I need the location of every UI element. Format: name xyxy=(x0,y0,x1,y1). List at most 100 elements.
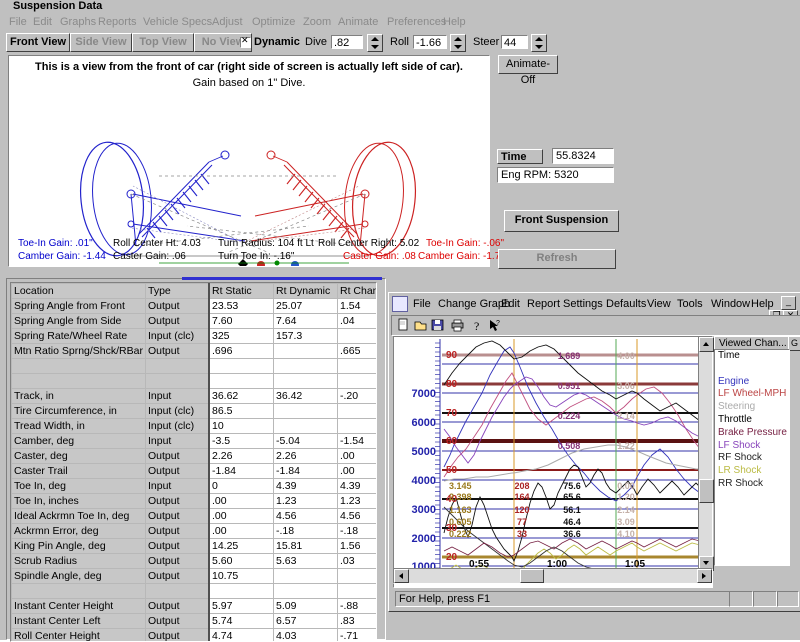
table-cell[interactable] xyxy=(338,329,378,344)
gmenu-edit[interactable]: Edit xyxy=(501,297,520,311)
menu-optimize[interactable]: Optimize xyxy=(247,15,300,30)
table-row[interactable]: Spring Angle from SideOutput7.607.64.04 xyxy=(12,314,378,329)
table-cell[interactable]: Camber, deg xyxy=(12,434,146,449)
table-cell[interactable]: Input (clc) xyxy=(146,419,210,434)
menu-zoom[interactable]: Zoom xyxy=(298,15,336,30)
table-cell[interactable]: Ackrmn Error, deg xyxy=(12,524,146,539)
table-cell[interactable]: 5.97 xyxy=(209,599,274,614)
table-cell[interactable]: 5.63 xyxy=(274,554,338,569)
channel-list-item[interactable]: Throttle xyxy=(715,414,789,427)
table-row[interactable]: Tread Width, inInput (clc)10 xyxy=(12,419,378,434)
table-cell[interactable]: 4.56 xyxy=(338,509,378,524)
open-icon[interactable] xyxy=(413,318,428,333)
table-cell[interactable]: Toe In, inches xyxy=(12,494,146,509)
gmenu-tools[interactable]: Tools xyxy=(677,297,703,311)
table-cell[interactable]: 36.62 xyxy=(209,389,274,404)
table-row[interactable]: Track, inInput36.6236.42-.20 xyxy=(12,389,378,404)
table-cell[interactable]: 4.39 xyxy=(274,479,338,494)
table-cell[interactable]: Output xyxy=(146,299,210,314)
gmenu-settings[interactable]: Settings xyxy=(563,297,603,311)
table-cell[interactable]: 325 xyxy=(209,329,274,344)
table-cell[interactable]: 5.60 xyxy=(209,554,274,569)
table-cell[interactable] xyxy=(146,584,210,599)
suspension-data-table[interactable]: LocationTypeRt StaticRt DynamicRt Change… xyxy=(10,282,377,642)
table-cell[interactable] xyxy=(274,374,338,389)
table-cell[interactable]: Output xyxy=(146,509,210,524)
table-row[interactable]: Spring Rate/Wheel RateInput (clc)325157.… xyxy=(12,329,378,344)
table-cell[interactable]: Mtn Ratio Sprng/Shck/RBar xyxy=(12,344,146,359)
table-cell[interactable] xyxy=(338,419,378,434)
help-pointer-icon[interactable]: ? xyxy=(487,318,502,333)
table-cell[interactable] xyxy=(338,569,378,584)
table-cell[interactable]: Spring Angle from Side xyxy=(12,314,146,329)
table-cell[interactable]: Output xyxy=(146,344,210,359)
table-cell[interactable]: 5.74 xyxy=(209,614,274,629)
print-icon[interactable] xyxy=(450,318,465,333)
table-cell[interactable]: -.18 xyxy=(338,524,378,539)
table-cell[interactable]: 7.60 xyxy=(209,314,274,329)
plot-horizontal-scrollbar[interactable] xyxy=(393,568,713,584)
table-cell[interactable]: 157.3 xyxy=(274,329,338,344)
roll-input[interactable]: -1.66 xyxy=(413,35,447,49)
graph-plot-area[interactable]: 1000200030004000500060007000 10203040506… xyxy=(393,336,713,588)
table-cell[interactable]: .00 xyxy=(338,449,378,464)
table-cell[interactable]: Input xyxy=(146,434,210,449)
table-cell[interactable]: 36.42 xyxy=(274,389,338,404)
table-cell[interactable]: 15.81 xyxy=(274,539,338,554)
graph-window[interactable]: File Change Graph Edit Report Settings D… xyxy=(388,292,800,612)
table-cell[interactable]: Instant Center Height xyxy=(12,599,146,614)
table-cell[interactable] xyxy=(274,569,338,584)
table-cell[interactable] xyxy=(274,584,338,599)
table-cell[interactable]: .00 xyxy=(209,494,274,509)
table-cell[interactable]: Output xyxy=(146,554,210,569)
table-cell[interactable]: .00 xyxy=(209,509,274,524)
table-cell[interactable]: Spring Rate/Wheel Rate xyxy=(12,329,146,344)
table-cell[interactable] xyxy=(338,584,378,599)
table-cell[interactable]: Output xyxy=(146,314,210,329)
table-row[interactable] xyxy=(12,584,378,599)
table-cell[interactable]: 7.64 xyxy=(274,314,338,329)
table-cell[interactable]: Track, in xyxy=(12,389,146,404)
table-cell[interactable]: Spring Angle from Front xyxy=(12,299,146,314)
channel-list-item[interactable]: RR Shock xyxy=(715,478,789,491)
table-cell[interactable]: 1.56 xyxy=(338,539,378,554)
table-cell[interactable]: Tread Width, in xyxy=(12,419,146,434)
new-icon[interactable] xyxy=(396,318,411,333)
table-cell[interactable]: 2.26 xyxy=(209,449,274,464)
table-cell[interactable]: Input (clc) xyxy=(146,404,210,419)
menu-help[interactable]: Help xyxy=(438,15,471,30)
table-cell[interactable]: Caster, deg xyxy=(12,449,146,464)
table-row[interactable]: King Pin Angle, degOutput14.2515.811.56 xyxy=(12,539,378,554)
table-cell[interactable]: .00 xyxy=(338,464,378,479)
time-value[interactable]: 55.8324 xyxy=(552,148,614,164)
channel-list-item[interactable]: LF Wheel-MPH xyxy=(715,388,789,401)
gmenu-window[interactable]: Window xyxy=(711,297,750,311)
table-cell[interactable]: 5.09 xyxy=(274,599,338,614)
table-row[interactable]: Toe In, degInput04.394.39 xyxy=(12,479,378,494)
gmenu-change-graph[interactable]: Change Graph xyxy=(438,297,510,311)
table-cell[interactable]: Output xyxy=(146,524,210,539)
table-cell[interactable] xyxy=(146,359,210,374)
scroll-thumb-horizontal[interactable] xyxy=(520,569,544,583)
dive-spinner[interactable] xyxy=(367,34,383,52)
refresh-button[interactable]: Refresh xyxy=(498,249,616,269)
table-cell[interactable]: Instant Center Left xyxy=(12,614,146,629)
front-view-canvas[interactable]: This is a view from the front of car (ri… xyxy=(8,55,490,267)
table-cell[interactable] xyxy=(274,419,338,434)
table-row[interactable]: Camber, degInput-3.5-5.04-1.54 xyxy=(12,434,378,449)
channel-list-item[interactable]: LF Shock xyxy=(715,440,789,453)
table-cell[interactable]: Ideal Ackrmn Toe In, deg xyxy=(12,509,146,524)
table-cell[interactable] xyxy=(209,584,274,599)
roll-spinner[interactable] xyxy=(450,34,466,52)
table-row[interactable]: Ackrmn Error, degOutput.00-.18-.18 xyxy=(12,524,378,539)
channel-list-item[interactable]: Brake Pressure xyxy=(715,427,789,440)
table-cell[interactable]: 1.23 xyxy=(338,494,378,509)
table-cell[interactable]: Output xyxy=(146,494,210,509)
table-cell[interactable]: Input xyxy=(146,389,210,404)
table-cell[interactable]: .83 xyxy=(338,614,378,629)
button-top-view[interactable]: Top View xyxy=(132,33,194,52)
table-row[interactable] xyxy=(12,374,378,389)
scroll-right-arrow[interactable] xyxy=(697,569,712,583)
table-cell[interactable] xyxy=(338,374,378,389)
channel-list-item[interactable]: LR Shock xyxy=(715,465,789,478)
